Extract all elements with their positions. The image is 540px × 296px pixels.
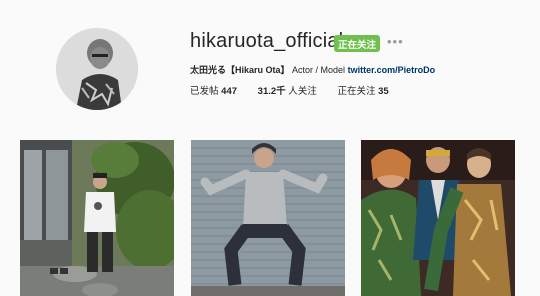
- more-dots-icon[interactable]: •••: [387, 34, 404, 49]
- post-thumbnail-2[interactable]: [191, 140, 345, 296]
- post-photo-garden: [20, 140, 174, 296]
- avatar-photo: [56, 28, 138, 110]
- post-photo-shutter: [191, 140, 345, 296]
- profile-avatar[interactable]: [56, 28, 138, 110]
- profile-username: hikaruota_official: [190, 30, 344, 52]
- bio-link[interactable]: twitter.com/PietroDo: [348, 65, 436, 75]
- following-button[interactable]: 正在关注: [334, 35, 380, 52]
- followers-count: 31.2千: [257, 86, 286, 97]
- profile-bio: 太田光る【Hikaru Ota】 Actor / Model twitter.c…: [190, 63, 435, 76]
- followers-label: 人关注: [288, 86, 317, 97]
- following-label: 正在关注: [337, 86, 376, 97]
- posts-count: 447: [221, 86, 238, 97]
- bio-name: 太田光る【Hikaru Ota】: [190, 65, 290, 75]
- posts-label: 已发帖: [190, 86, 219, 97]
- followers-stat[interactable]: 31.2千 人关注: [258, 83, 317, 97]
- bio-role: Actor / Model: [292, 65, 346, 75]
- following-stat[interactable]: 正在关注 35: [337, 83, 388, 97]
- post-photo-fashion: [361, 140, 515, 296]
- profile-stats: 已发帖 447 31.2千 人关注 正在关注 35: [190, 83, 407, 97]
- post-thumbnail-1[interactable]: [20, 140, 174, 296]
- post-thumbnail-3[interactable]: [361, 140, 515, 296]
- following-count: 35: [378, 86, 389, 97]
- posts-stat: 已发帖 447: [190, 83, 237, 97]
